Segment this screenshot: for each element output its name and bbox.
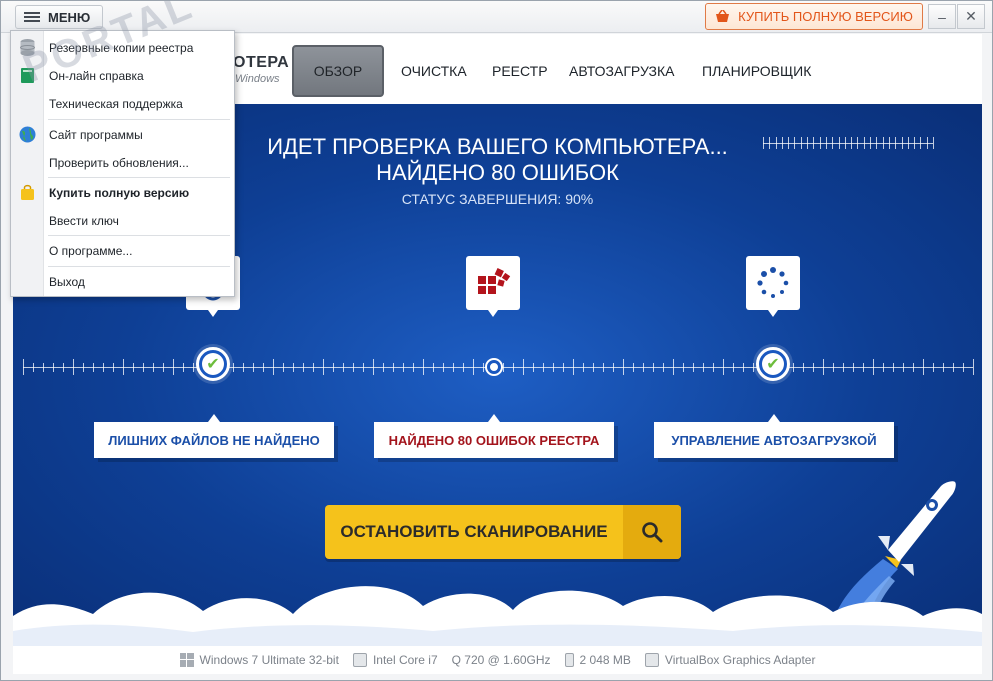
menu-item-label: Техническая поддержка — [49, 96, 183, 111]
tab-overview[interactable]: ОБЗОР — [292, 45, 384, 97]
ruler-tick — [933, 137, 934, 149]
menu-separator — [48, 266, 230, 267]
logo-title: ОТЕРА — [233, 54, 290, 71]
registry-blocks-icon — [478, 268, 511, 294]
app-window: МЕНЮ КУПИТЬ ПОЛНУЮ ВЕРСИЮ – ✕ ОТЕРА Wind… — [0, 0, 993, 681]
result-registry-label: НАЙДЕНО 80 ОШИБОК РЕЕСТРА — [388, 432, 600, 448]
tab-cleanup-label: ОЧИСТКА — [401, 63, 467, 79]
menu-item-buy-full[interactable]: Купить полную версию — [11, 179, 234, 206]
files-check-node: ✔ — [196, 347, 230, 381]
check-icon: ✔ — [762, 353, 784, 375]
menu-button-label: МЕНЮ — [48, 9, 91, 25]
registry-progress-node — [487, 360, 501, 374]
search-icon — [623, 505, 681, 559]
gpu-info-label: VirtualBox Graphics Adapter — [664, 653, 816, 667]
tab-scheduler-label: ПЛАНИРОВЩИК — [702, 63, 812, 79]
shopping-bag-icon — [21, 184, 34, 200]
cpu-info: Intel Core i7 — [352, 653, 438, 667]
ram-info-label: 2 048 MB — [579, 653, 631, 667]
menu-item-label: Он-лайн справка — [49, 68, 144, 83]
menu-separator — [48, 119, 230, 120]
menu-item-label: Ввести ключ — [49, 213, 119, 228]
buy-full-version-button[interactable]: КУПИТЬ ПОЛНУЮ ВЕРСИЮ — [705, 3, 923, 30]
menu-item-label: Выход — [49, 274, 85, 289]
progress-ruler — [763, 132, 934, 156]
menu-item-enter-key[interactable]: Ввести ключ — [11, 207, 234, 234]
menu-item-online-help[interactable]: Он-лайн справка — [11, 62, 234, 89]
minimize-button[interactable]: – — [928, 4, 956, 29]
close-icon: ✕ — [965, 8, 977, 24]
tab-autostart-label: АВТОЗАГРУЗКА — [569, 63, 675, 79]
result-autostart: УПРАВЛЕНИЕ АВТОЗАГРУЗКОЙ — [654, 414, 894, 458]
database-icon — [20, 39, 35, 56]
close-button[interactable]: ✕ — [957, 4, 985, 29]
windows-logo-icon — [179, 653, 194, 667]
ruler-tick — [973, 359, 974, 375]
tab-cleanup[interactable]: ОЧИСТКА — [401, 45, 467, 97]
menu-item-about[interactable]: О программе... — [11, 237, 234, 264]
cpu-icon — [352, 653, 367, 667]
freq-info-label: Q 720 @ 1.60GHz — [451, 653, 551, 667]
ram-info: 2 048 MB — [564, 653, 631, 667]
menu-item-registry-backup[interactable]: Резервные копии реестра — [11, 34, 234, 61]
title-bar: МЕНЮ КУПИТЬ ПОЛНУЮ ВЕРСИЮ – ✕ — [1, 1, 992, 33]
result-files: ЛИШНИХ ФАЙЛОВ НЕ НАЙДЕНО — [94, 414, 334, 458]
minimize-icon: – — [938, 8, 946, 25]
result-registry: НАЙДЕНО 80 ОШИБОК РЕЕСТРА — [374, 414, 614, 458]
hamburger-icon — [24, 11, 40, 23]
menu-item-website[interactable]: Сайт программы — [11, 121, 234, 148]
menu-item-exit[interactable]: Выход — [11, 268, 234, 295]
logo-subtitle: Windows — [235, 73, 280, 85]
system-info-bar: Windows 7 Ultimate 32-bit Intel Core i7 … — [13, 646, 982, 674]
os-info: Windows 7 Ultimate 32-bit — [179, 653, 339, 667]
buy-full-version-label: КУПИТЬ ПОЛНУЮ ВЕРСИЮ — [738, 9, 913, 24]
gpu-info: VirtualBox Graphics Adapter — [644, 653, 816, 667]
menu-separator — [48, 177, 230, 178]
stop-scan-button[interactable]: ОСТАНОВИТЬ СКАНИРОВАНИЕ — [325, 505, 681, 559]
menu-item-label: Купить полную версию — [49, 185, 190, 200]
memory-icon — [564, 653, 574, 667]
monitor-icon — [644, 653, 659, 667]
ruler-baseline — [763, 143, 933, 144]
os-info-label: Windows 7 Ultimate 32-bit — [199, 653, 339, 667]
cpu-info-label: Intel Core i7 — [372, 653, 438, 667]
menu-separator — [48, 235, 230, 236]
menu-item-label: Проверить обновления... — [49, 155, 189, 170]
menu-item-check-updates[interactable]: Проверить обновления... — [11, 149, 234, 176]
tab-registry[interactable]: РЕЕСТР — [492, 45, 548, 97]
spinner-icon — [757, 267, 789, 298]
book-icon — [21, 68, 34, 83]
tab-registry-label: РЕЕСТР — [492, 63, 548, 79]
registry-card — [466, 256, 520, 317]
tab-scheduler[interactable]: ПЛАНИРОВЩИК — [702, 45, 811, 97]
menu-item-label: О программе... — [49, 243, 133, 258]
globe-icon — [19, 126, 36, 143]
freq-info: Q 720 @ 1.60GHz — [452, 653, 551, 667]
autostart-card — [746, 256, 800, 317]
menu-item-tech-support[interactable]: Техническая поддержка — [11, 90, 234, 117]
tab-overview-label: ОБЗОР — [313, 63, 363, 79]
main-menu-dropdown: Резервные копии реестра Он-лайн справка … — [10, 30, 235, 297]
clouds-decoration — [13, 586, 982, 646]
result-autostart-label: УПРАВЛЕНИЕ АВТОЗАГРУЗКОЙ — [671, 432, 877, 448]
menu-button[interactable]: МЕНЮ — [15, 5, 104, 29]
stop-scan-label: ОСТАНОВИТЬ СКАНИРОВАНИЕ — [340, 522, 608, 541]
menu-item-label: Резервные копии реестра — [49, 40, 194, 55]
autostart-check-node: ✔ — [756, 347, 790, 381]
result-files-label: ЛИШНИХ ФАЙЛОВ НЕ НАЙДЕНО — [108, 432, 320, 448]
basket-icon — [716, 10, 730, 22]
menu-item-label: Сайт программы — [49, 127, 143, 142]
check-icon: ✔ — [202, 353, 224, 375]
tab-autostart[interactable]: АВТОЗАГРУЗКА — [569, 45, 675, 97]
